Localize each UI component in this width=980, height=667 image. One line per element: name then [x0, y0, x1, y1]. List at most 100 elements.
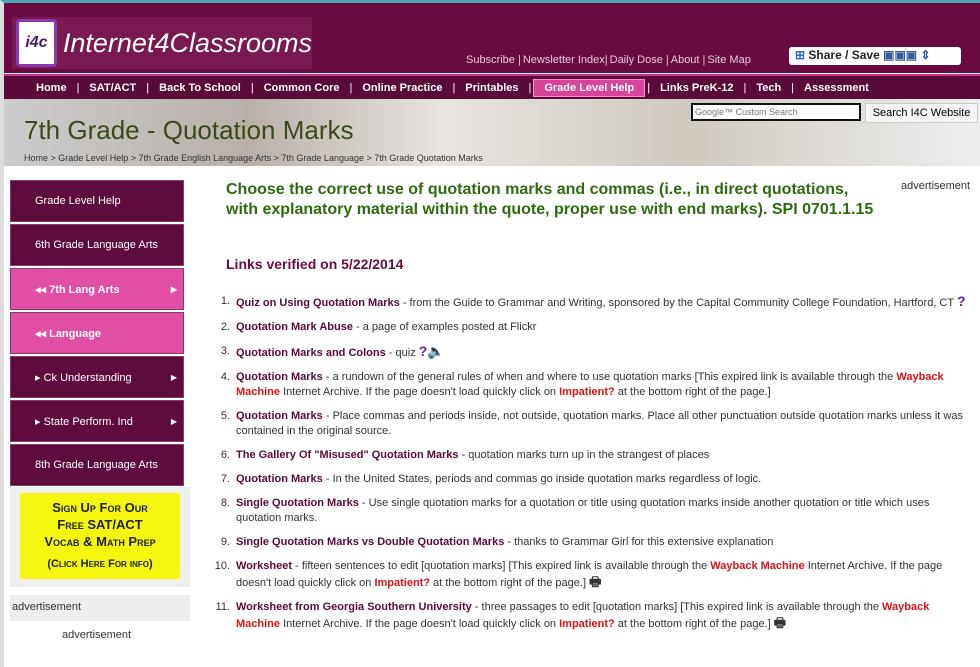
wayback-machine-link[interactable]: Wayback Machine [710, 560, 804, 572]
sidebar-item[interactable]: 6th Grade Language Arts [10, 224, 184, 266]
item-number: 2. [220, 321, 230, 333]
item-description: - Place commas and periods inside, not o… [236, 410, 963, 437]
item-number: 1. [220, 295, 230, 307]
resource-link[interactable]: Quotation Marks [236, 371, 323, 383]
chevron-right-icon: ▶ [170, 416, 177, 426]
resource-link[interactable]: Single Quotation Marks [236, 497, 359, 509]
resource-list: 1. Quiz on Using Quotation Marks - from t… [214, 294, 974, 641]
nav-separator: | [791, 81, 795, 94]
item-description: at the bottom right of the page.] [614, 618, 774, 630]
nav-item[interactable]: Online Practice [354, 82, 450, 94]
nav-item[interactable]: Back To School [151, 82, 249, 94]
top-link[interactable]: About | [671, 54, 706, 66]
sidebar: Grade Level Help 6th Grade Language Arts ◂… [10, 180, 184, 488]
resource-link[interactable]: Quotation Marks [236, 410, 323, 422]
resource-link[interactable]: Worksheet from Georgia Southern Universi… [236, 601, 472, 613]
nav-item[interactable]: Grade Level Help [533, 78, 646, 97]
item-body: Single Quotation Marks vs Double Quotati… [236, 535, 773, 550]
nav-item[interactable]: Common Core [256, 82, 348, 94]
item-body: Worksheet from Georgia Southern Universi… [236, 600, 974, 632]
item-description: - fifteen sentences to edit [quotation m… [292, 560, 711, 572]
resource-link[interactable]: Quotation Marks and Colons [236, 347, 386, 359]
top-link[interactable]: Newsletter Index| [523, 54, 608, 66]
advertisement-label: advertisement [62, 629, 132, 641]
sidebar-item-label: ▸ Ck Understanding [35, 371, 132, 384]
site-logo[interactable]: i4c Internet4Classrooms [12, 17, 312, 69]
main-nav: Home | SAT/ACT | Back To School | Common Core |… [4, 74, 980, 99]
sidebar-item[interactable]: ◂◂ 7th Lang Arts ▶ [10, 268, 184, 310]
nav-separator: | [647, 81, 651, 94]
resource-link[interactable]: Quotation Marks [236, 473, 323, 485]
nav-item[interactable]: Printables [457, 82, 526, 94]
item-body: Quiz on Using Quotation Marks - from the… [236, 294, 966, 311]
list-item: 9. Single Quotation Marks vs Double Quota… [214, 535, 974, 550]
page-title: 7th Grade - Quotation Marks [24, 115, 354, 145]
social-icons: ▣▣▣ ⇕ [883, 48, 931, 62]
item-description: - three passages to edit [quotation mark… [471, 601, 883, 613]
item-number: 11. [215, 601, 230, 613]
nav-item[interactable]: SAT/ACT [81, 82, 144, 94]
sidebar-item[interactable]: ▸ Ck Understanding ▶ [10, 356, 184, 398]
resource-link[interactable]: Quotation Mark Abuse [236, 321, 353, 333]
nav-item[interactable]: Links PreK-12 [652, 82, 741, 94]
item-description: - In the United States, periods and comm… [322, 473, 762, 485]
resource-link[interactable]: Single Quotation Marks vs Double Quotati… [236, 536, 504, 548]
resource-link[interactable]: The Gallery Of "Misused" Quotation Marks [236, 449, 459, 461]
list-item: 7. Quotation Marks - In the United States… [214, 472, 974, 487]
site-header: i4c Internet4Classrooms Subscribe | Newsl… [4, 3, 980, 73]
list-item: 10. Worksheet - fifteen sentences to edit… [214, 559, 974, 591]
sidebar-item[interactable]: ▸ State Perform. Ind ▶ [10, 400, 184, 442]
item-number: 8. [220, 497, 230, 509]
nav-separator: | [146, 81, 150, 94]
item-body: Quotation Marks - In the United States, … [236, 472, 761, 487]
item-number: 3. [220, 345, 230, 357]
list-item: 5. Quotation Marks - Place commas and per… [214, 409, 974, 439]
search-input[interactable] [691, 103, 861, 121]
quiz-question-icon: ? [418, 343, 428, 359]
chevron-right-icon: ▶ [170, 372, 177, 382]
breadcrumb[interactable]: Home > Grade Level Help > 7th Grade Engl… [24, 153, 483, 163]
nav-item[interactable]: Tech [748, 82, 789, 94]
share-icon: ⊞ [795, 48, 809, 62]
signup-promo-banner[interactable]: Sign Up For Our Free SAT/ACT Vocab & Mat… [20, 493, 180, 579]
quiz-question-icon: ? [956, 293, 966, 309]
printer-icon: 🖶 [773, 615, 787, 630]
sidebar-item-label: ▸ State Perform. Ind [35, 415, 133, 428]
share-save-button[interactable]: ⊞ Share / Save ▣▣▣ ⇕ [789, 47, 961, 65]
banner: 7th Grade - Quotation Marks Home > Grade… [4, 99, 980, 166]
item-description: - quiz [385, 347, 419, 359]
impatient-link[interactable]: Impatient? [559, 618, 615, 630]
list-item: 6. The Gallery Of "Misused" Quotation Mar… [214, 448, 974, 463]
list-item: 3. Quotation Marks and Colons - quiz ?🔈 [214, 344, 974, 361]
nav-separator: | [452, 81, 456, 94]
resource-link[interactable]: Quiz on Using Quotation Marks [236, 297, 400, 309]
item-description: - thanks to Grammar Girl for this extens… [504, 536, 774, 548]
item-description: - from the Guide to Grammar and Writing,… [399, 297, 957, 309]
sidebar-item-label: Grade Level Help [35, 195, 121, 207]
advertisement-label: advertisement [901, 180, 971, 192]
item-body: The Gallery Of "Misused" Quotation Marks… [236, 448, 709, 463]
sidebar-item[interactable]: Grade Level Help [10, 180, 184, 222]
search-button[interactable]: Search I4C Website [865, 103, 978, 123]
list-item: 2. Quotation Mark Abuse - a page of examp… [214, 320, 974, 335]
sidebar-item[interactable]: ◂◂ Language [10, 312, 184, 354]
list-item: 4. Quotation Marks - a rundown of the gen… [214, 370, 974, 400]
item-number: 6. [220, 449, 230, 461]
top-link[interactable]: Daily Dose | [610, 54, 669, 66]
sidebar-item[interactable]: 8th Grade Language Arts [10, 444, 184, 486]
resource-link[interactable]: Worksheet [236, 560, 292, 572]
top-link[interactable]: Subscribe | [466, 54, 521, 66]
chevron-right-icon: ▶ [170, 284, 177, 294]
item-description: - a page of examples posted at Flickr [352, 321, 537, 333]
list-item: 8. Single Quotation Marks - Use single qu… [214, 496, 974, 526]
sidebar-item-label: ◂◂ Language [35, 327, 102, 340]
item-description: at the bottom right of the page.] [430, 577, 590, 589]
impatient-link[interactable]: Impatient? [559, 386, 615, 398]
nav-separator: | [743, 81, 747, 94]
impatient-link[interactable]: Impatient? [374, 577, 430, 589]
nav-item[interactable]: Home [28, 82, 75, 94]
sidebar-item-label: 8th Grade Language Arts [35, 459, 158, 471]
nav-item[interactable]: Assessment [796, 82, 877, 94]
logo-badge: i4c [16, 19, 57, 67]
top-link[interactable]: Site Map [707, 54, 750, 66]
